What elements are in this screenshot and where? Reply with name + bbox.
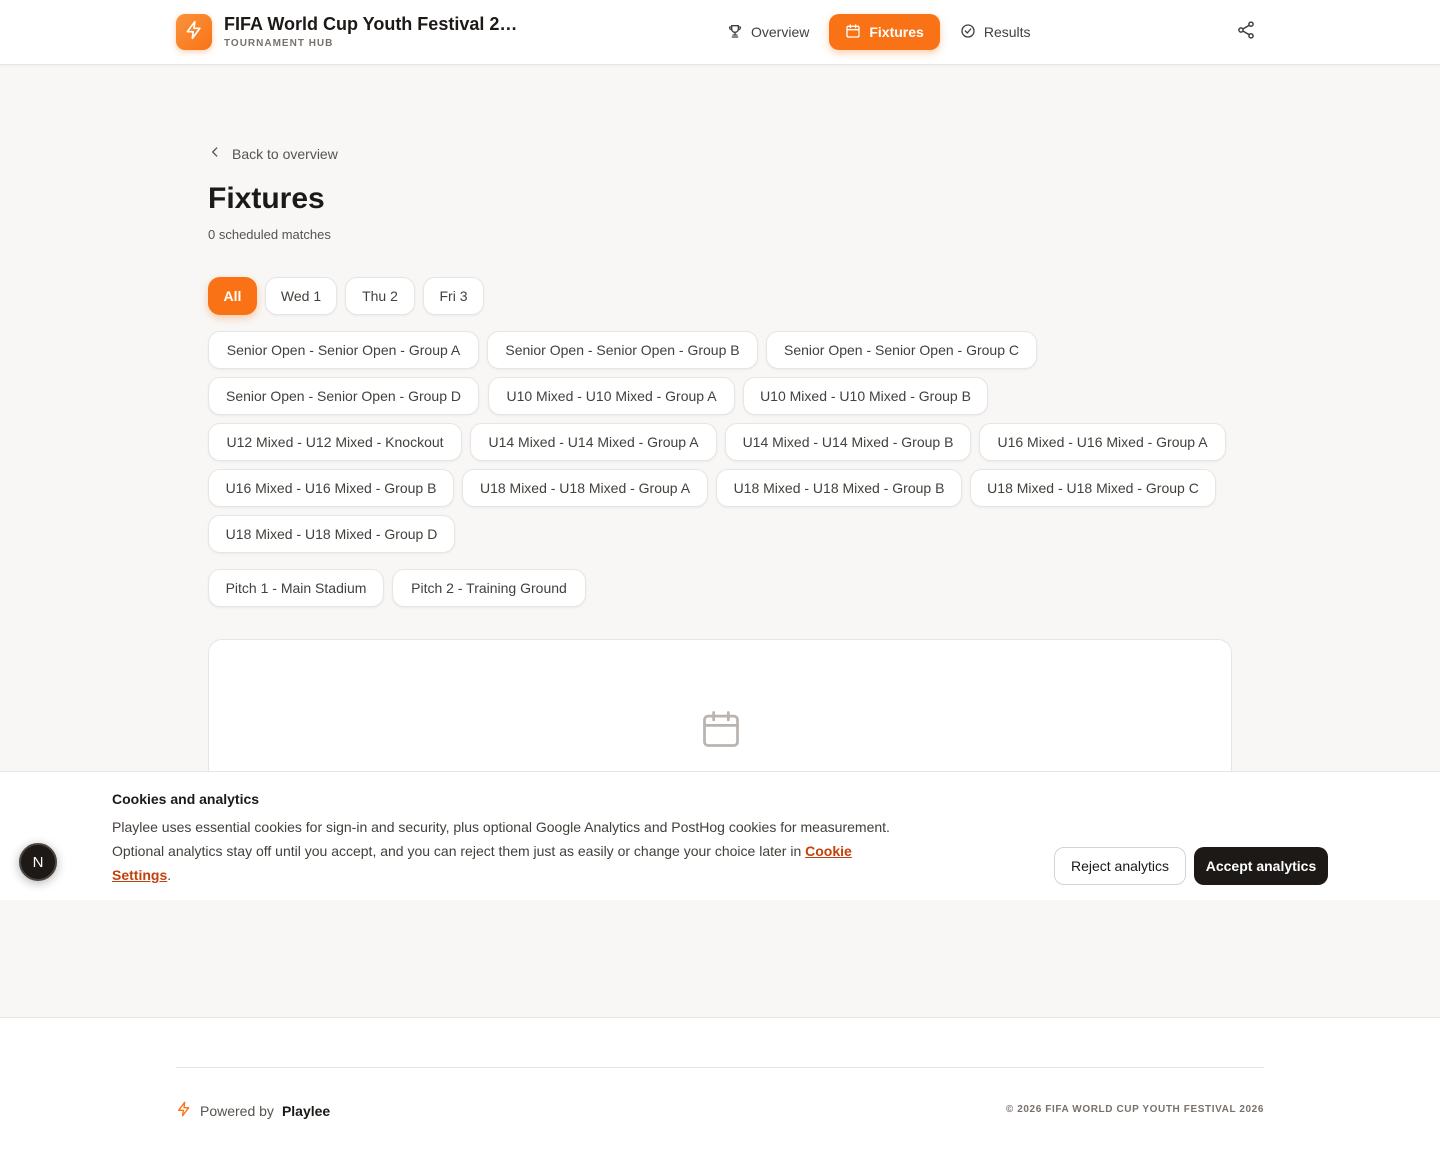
match-count: 0 scheduled matches [208,227,331,242]
share-button[interactable] [1232,18,1260,46]
share-icon [1236,20,1256,45]
group-filter[interactable]: U18 Mixed - U18 Mixed - Group A [462,469,708,507]
powered-by-brand[interactable]: Playlee [282,1103,330,1119]
trophy-icon [727,23,743,42]
nav-results[interactable]: Results [946,14,1045,50]
nav-fixtures-label: Fixtures [869,24,924,40]
cookie-body: Playlee uses essential cookies for sign-… [112,815,892,887]
group-filter[interactable]: U18 Mixed - U18 Mixed - Group D [208,515,455,553]
copyright: © 2026 FIFA WORLD CUP YOUTH FESTIVAL 202… [1005,1104,1264,1115]
chevron-left-icon [208,145,222,162]
footer: Powered by Playlee © 2026 FIFA WORLD CUP… [0,1017,1440,1167]
cookie-body-text: Playlee uses essential cookies for sign-… [112,819,890,859]
bolt-icon [176,1101,192,1120]
day-filter-wed[interactable]: Wed 1 [265,277,337,315]
group-filter[interactable]: Senior Open - Senior Open - Group B [487,331,758,369]
page-title: Fixtures [208,182,325,215]
top-header: FIFA World Cup Youth Festival 20... TOUR… [0,0,1440,65]
dev-tools-badge[interactable]: N [19,843,57,881]
tournament-subtitle: TOURNAMENT HUB [224,38,334,49]
tournament-title: FIFA World Cup Youth Festival 20... [224,14,524,34]
group-filter[interactable]: U10 Mixed - U10 Mixed - Group A [488,377,735,415]
nav-results-label: Results [983,24,1031,40]
reject-analytics-button[interactable]: Reject analytics [1054,847,1186,885]
group-filter[interactable]: U12 Mixed - U12 Mixed - Knockout [208,423,462,461]
pitch-filter[interactable]: Pitch 1 - Main Stadium [208,569,384,607]
powered-by-prefix: Powered by [200,1102,274,1119]
group-filter[interactable]: U18 Mixed - U18 Mixed - Group B [716,469,962,507]
group-filter[interactable]: Senior Open - Senior Open - Group A [208,331,479,369]
cookie-banner: Cookies and analytics Playlee uses essen… [0,771,1440,900]
powered-by: Powered by Playlee [176,1101,330,1120]
back-link[interactable]: Back to overview [208,145,338,162]
footer-divider [176,1067,1264,1068]
calendar-icon [845,23,861,42]
day-filter-all[interactable]: All [208,277,257,315]
group-filter[interactable]: U14 Mixed - U14 Mixed - Group B [725,423,971,461]
day-filter-fri[interactable]: Fri 3 [423,277,484,315]
pitch-filter[interactable]: Pitch 2 - Training Ground [392,569,586,607]
nav-overview-label: Overview [751,24,810,40]
calendar-icon [699,706,743,757]
day-filter-thu[interactable]: Thu 2 [345,277,415,315]
group-filter[interactable]: U18 Mixed - U18 Mixed - Group C [970,469,1216,507]
bolt-icon [184,20,204,45]
accept-analytics-button[interactable]: Accept analytics [1194,847,1328,885]
group-filter[interactable]: Senior Open - Senior Open - Group C [766,331,1037,369]
logo[interactable] [176,14,212,50]
check-circle-icon [960,23,976,42]
main-nav: Overview Fixtures Results [713,14,1045,50]
group-filter[interactable]: U16 Mixed - U16 Mixed - Group B [208,469,454,507]
cookie-body-end: . [167,867,172,883]
group-filter[interactable]: U10 Mixed - U10 Mixed - Group B [743,377,988,415]
group-filter[interactable]: Senior Open - Senior Open - Group D [208,377,479,415]
group-filter[interactable]: U14 Mixed - U14 Mixed - Group A [470,423,717,461]
nav-overview[interactable]: Overview [713,14,823,50]
cookie-title: Cookies and analytics [112,791,260,807]
back-label: Back to overview [232,145,338,162]
nav-fixtures[interactable]: Fixtures [829,14,940,50]
group-filter[interactable]: U16 Mixed - U16 Mixed - Group A [979,423,1226,461]
